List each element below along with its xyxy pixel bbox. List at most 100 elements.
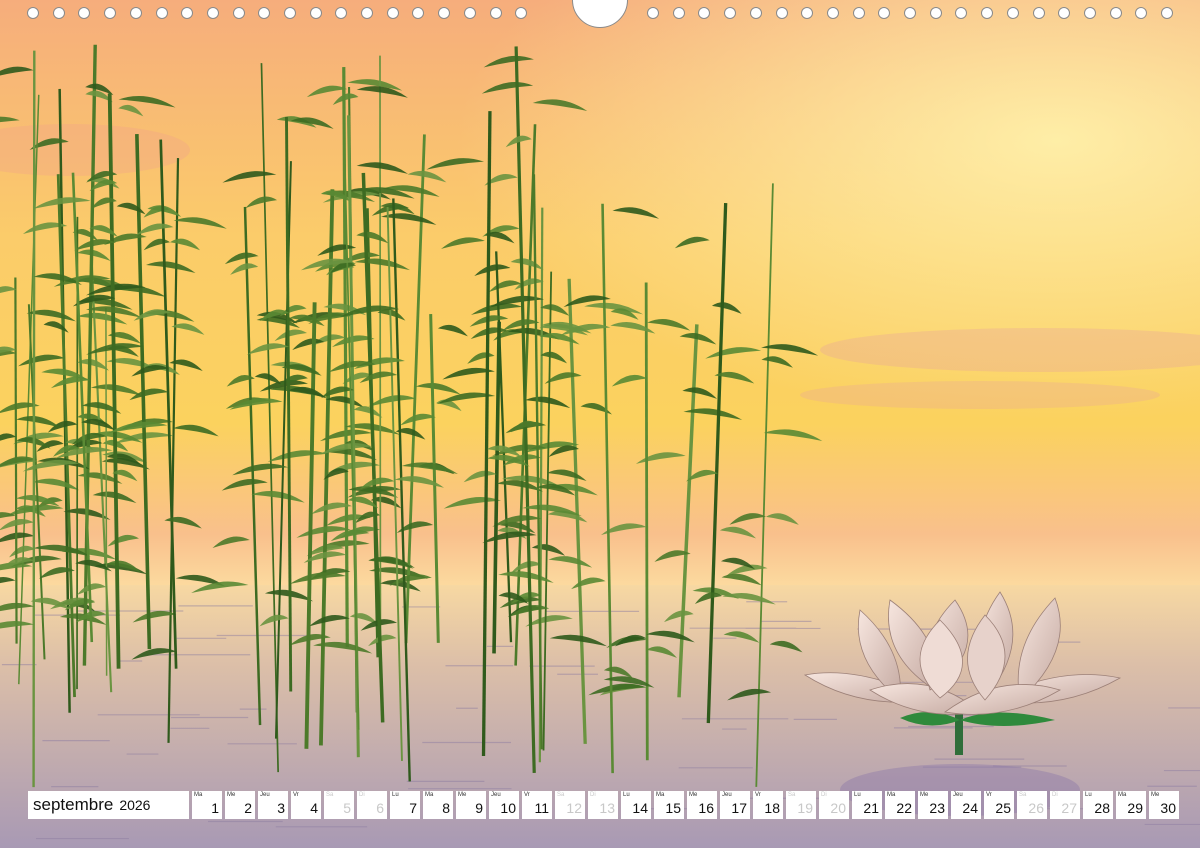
- day-number: 24: [962, 800, 978, 816]
- day-cell: Me 30: [1149, 791, 1179, 819]
- day-name: Lu: [854, 792, 861, 798]
- day-number: 26: [1028, 800, 1044, 816]
- day-cell: Vr 25: [984, 791, 1014, 819]
- binding-hole-icon: [1084, 7, 1096, 19]
- day-number: 4: [310, 800, 318, 816]
- day-cell: Di 13: [588, 791, 618, 819]
- day-name: Ma: [656, 792, 665, 798]
- day-name: Me: [227, 792, 236, 798]
- day-name: Sa: [788, 792, 796, 798]
- binding-hole-icon: [310, 7, 322, 19]
- binding-hole-icon: [156, 7, 168, 19]
- binding-hole-icon: [1135, 7, 1147, 19]
- day-cell: Sa 5: [324, 791, 354, 819]
- binding-hole-icon: [724, 7, 736, 19]
- day-number: 10: [500, 800, 516, 816]
- day-number: 9: [475, 800, 483, 816]
- day-cell: Jeu 3: [258, 791, 288, 819]
- binding-hole-icon: [53, 7, 65, 19]
- day-cell: Ma 29: [1116, 791, 1146, 819]
- day-number: 27: [1061, 800, 1077, 816]
- day-cell: Sa 26: [1017, 791, 1047, 819]
- day-name: Ma: [1118, 792, 1127, 798]
- day-number: 12: [566, 800, 582, 816]
- day-number: 3: [277, 800, 285, 816]
- day-name: Sa: [1019, 792, 1027, 798]
- day-cell: Lu 14: [621, 791, 651, 819]
- day-name: Di: [1052, 792, 1058, 798]
- binding-hole-icon: [438, 7, 450, 19]
- calendar-binding: [0, 0, 1200, 30]
- day-name: Me: [920, 792, 929, 798]
- day-name: Jeu: [722, 792, 732, 798]
- day-cell: Vr 11: [522, 791, 552, 819]
- binding-hole-icon: [1058, 7, 1070, 19]
- day-cell: Lu 21: [852, 791, 882, 819]
- day-cell: Me 16: [687, 791, 717, 819]
- bamboo-stem: [105, 307, 108, 676]
- day-name: Ma: [887, 792, 896, 798]
- year-label: 2026: [119, 797, 151, 813]
- day-number: 30: [1160, 800, 1176, 816]
- day-number: 5: [343, 800, 351, 816]
- day-number: 28: [1094, 800, 1110, 816]
- day-cell: Lu 7: [390, 791, 420, 819]
- binding-hole-icon: [207, 7, 219, 19]
- binding-hole-icon: [904, 7, 916, 19]
- day-number: 17: [731, 800, 747, 816]
- day-name: Lu: [392, 792, 399, 798]
- binding-hole-icon: [878, 7, 890, 19]
- binding-hole-icon: [490, 7, 502, 19]
- binding-hole-icon: [412, 7, 424, 19]
- day-number: 20: [830, 800, 846, 816]
- binding-hole-icon: [78, 7, 90, 19]
- day-cell: Sa 12: [555, 791, 585, 819]
- day-name: Lu: [1085, 792, 1092, 798]
- day-name: Vr: [986, 792, 992, 798]
- month-name: septembre: [33, 795, 114, 814]
- day-number: 15: [665, 800, 681, 816]
- binding-hole-icon: [1007, 7, 1019, 19]
- day-number: 22: [896, 800, 912, 816]
- binding-hole-icon: [387, 7, 399, 19]
- day-cell: Jeu 17: [720, 791, 750, 819]
- binding-hole-icon: [104, 7, 116, 19]
- day-cell: Di 27: [1050, 791, 1080, 819]
- binding-hole-icon: [258, 7, 270, 19]
- binding-hole-icon: [801, 7, 813, 19]
- binding-hole-icon: [1033, 7, 1045, 19]
- bamboo-stem: [644, 282, 649, 761]
- day-number: 14: [632, 800, 648, 816]
- day-number: 1: [211, 800, 219, 816]
- binding-hole-icon: [1110, 7, 1122, 19]
- binding-hole-icon: [464, 7, 476, 19]
- day-name: Di: [821, 792, 827, 798]
- day-cell: Ma 15: [654, 791, 684, 819]
- day-number: 19: [797, 800, 813, 816]
- binding-hole-icon: [750, 7, 762, 19]
- day-cell: Jeu 10: [489, 791, 519, 819]
- day-cell: Sa 19: [786, 791, 816, 819]
- day-cell: Me 2: [225, 791, 255, 819]
- day-number: 13: [599, 800, 615, 816]
- binding-hole-icon: [335, 7, 347, 19]
- binding-hole-icon: [181, 7, 193, 19]
- day-number: 23: [929, 800, 945, 816]
- day-name: Me: [458, 792, 467, 798]
- day-number: 8: [442, 800, 450, 816]
- day-cell: Ma 22: [885, 791, 915, 819]
- day-name: Vr: [293, 792, 299, 798]
- day-name: Sa: [326, 792, 334, 798]
- binding-hole-icon: [698, 7, 710, 19]
- day-number: 16: [698, 800, 714, 816]
- binding-hole-icon: [361, 7, 373, 19]
- day-cell: Di 6: [357, 791, 387, 819]
- binding-hole-icon: [27, 7, 39, 19]
- hanger-icon: [572, 0, 628, 28]
- month-label: septembre 2026: [28, 791, 189, 819]
- binding-hole-icon: [827, 7, 839, 19]
- day-name: Vr: [524, 792, 530, 798]
- day-cell: Vr 4: [291, 791, 321, 819]
- day-number: 7: [409, 800, 417, 816]
- bamboo-stem: [32, 50, 36, 788]
